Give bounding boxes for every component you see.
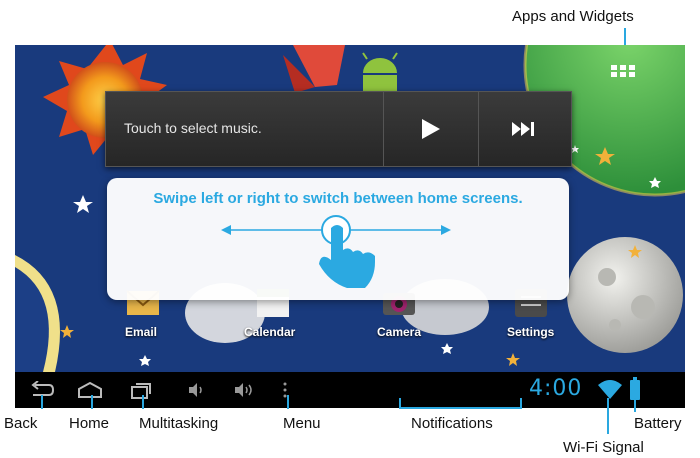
callout-apps-widgets: Apps and Widgets: [512, 8, 634, 25]
leader-multitasking: [142, 395, 144, 409]
app-label-email[interactable]: Email: [125, 325, 157, 339]
app-label-camera[interactable]: Camera: [377, 325, 421, 339]
divider: [478, 92, 479, 166]
callout-home: Home: [69, 415, 110, 432]
music-widget[interactable]: Touch to select music.: [105, 91, 572, 167]
callout-back: Back: [4, 415, 38, 432]
leader-home: [91, 395, 93, 409]
wifi-signal-icon: [598, 380, 622, 399]
callout-multitasking: Multitasking: [139, 415, 219, 432]
apps-grid-icon[interactable]: [611, 65, 635, 83]
music-prompt[interactable]: Touch to select music.: [124, 120, 262, 136]
callout-menu: Menu: [283, 415, 321, 432]
play-icon[interactable]: [418, 117, 442, 141]
app-label-settings[interactable]: Settings: [507, 325, 554, 339]
callout-battery: Battery: [634, 415, 682, 432]
home-icon[interactable]: [77, 381, 103, 399]
divider: [383, 92, 384, 166]
leader-back: [41, 395, 43, 409]
callout-wifi: Wi-Fi Signal: [563, 439, 644, 456]
home-screen[interactable]: Touch to select music. Email Calendar Ca…: [15, 45, 685, 372]
leader-menu: [287, 395, 289, 409]
status-clock[interactable]: 4:00: [529, 376, 582, 401]
volume-down-icon[interactable]: [187, 382, 207, 398]
callout-notifications: Notifications: [411, 415, 493, 432]
next-track-icon[interactable]: [512, 120, 536, 138]
system-bar: 4:00: [15, 372, 685, 408]
leader-notifications: [399, 407, 522, 409]
app-label-calendar[interactable]: Calendar: [244, 325, 295, 339]
swipe-hint-overlay[interactable]: Swipe left or right to switch between ho…: [107, 178, 569, 300]
swipe-gesture-icon: [221, 215, 451, 288]
leader-wifi: [607, 398, 609, 434]
volume-up-icon[interactable]: [233, 382, 257, 398]
leader-battery: [634, 398, 636, 412]
